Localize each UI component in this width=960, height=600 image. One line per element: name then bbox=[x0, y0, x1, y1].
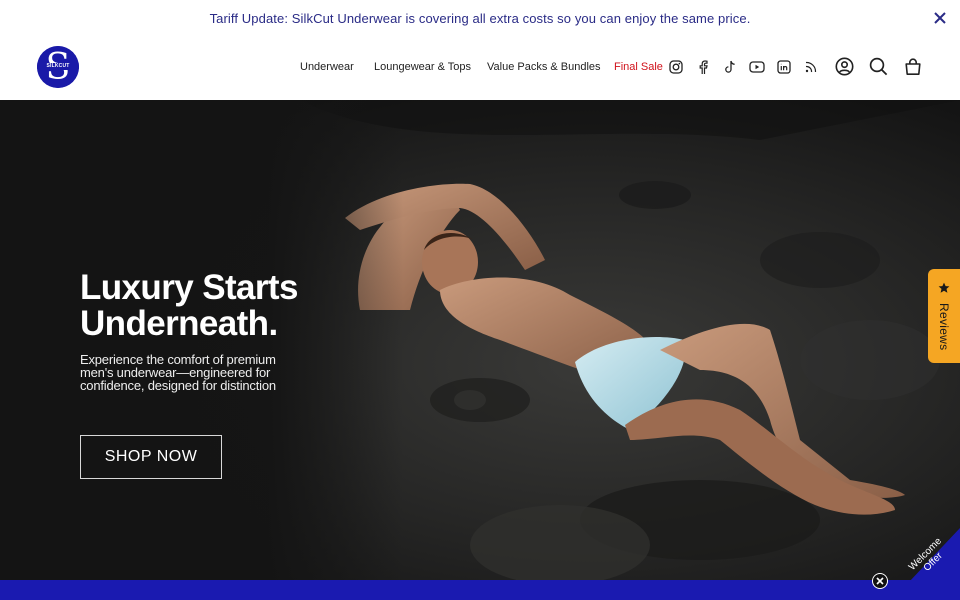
facebook-icon[interactable] bbox=[697, 60, 709, 74]
rss-icon[interactable] bbox=[804, 60, 818, 74]
reviews-tab[interactable]: Reviews bbox=[928, 269, 960, 363]
nav-item-value-packs[interactable]: Value Packs & Bundles bbox=[487, 61, 601, 73]
star-icon bbox=[938, 281, 950, 299]
nav-item-underwear[interactable]: Underwear bbox=[300, 61, 354, 73]
site-header: S SILKCUT Underwear Loungewear & Tops Va… bbox=[0, 36, 960, 100]
account-icon[interactable] bbox=[835, 57, 854, 76]
welcome-offer-badge[interactable]: Welcome Offer bbox=[892, 520, 960, 600]
logo-text: SILKCUT bbox=[37, 63, 79, 69]
close-icon[interactable] bbox=[872, 573, 888, 589]
nav-item-final-sale[interactable]: Final Sale bbox=[614, 61, 663, 73]
hero-heading: Luxury Starts Underneath. bbox=[80, 270, 340, 342]
hero-banner: Luxury Starts Underneath. Experience the… bbox=[0, 100, 960, 580]
shop-now-button[interactable]: SHOP NOW bbox=[80, 435, 222, 479]
cart-icon[interactable] bbox=[904, 57, 922, 76]
bottom-bar bbox=[0, 580, 960, 600]
linkedin-icon[interactable] bbox=[777, 60, 791, 74]
announcement-bar: Tariff Update: SilkCut Underwear is cove… bbox=[0, 0, 960, 36]
nav-item-loungewear[interactable]: Loungewear & Tops bbox=[374, 61, 471, 73]
close-icon[interactable] bbox=[930, 8, 950, 28]
hero-subtext: Experience the comfort of premium men's … bbox=[80, 352, 276, 393]
announcement-text: Tariff Update: SilkCut Underwear is cove… bbox=[209, 10, 751, 26]
search-icon[interactable] bbox=[869, 57, 888, 76]
hero-heading-line2: Underneath. bbox=[80, 304, 278, 343]
youtube-icon[interactable] bbox=[749, 60, 765, 74]
tiktok-icon[interactable] bbox=[723, 60, 737, 74]
hero-heading-line1: Luxury Starts bbox=[80, 268, 298, 307]
instagram-icon[interactable] bbox=[669, 60, 683, 74]
reviews-label: Reviews bbox=[937, 303, 951, 351]
brand-logo[interactable]: S SILKCUT bbox=[37, 46, 79, 88]
